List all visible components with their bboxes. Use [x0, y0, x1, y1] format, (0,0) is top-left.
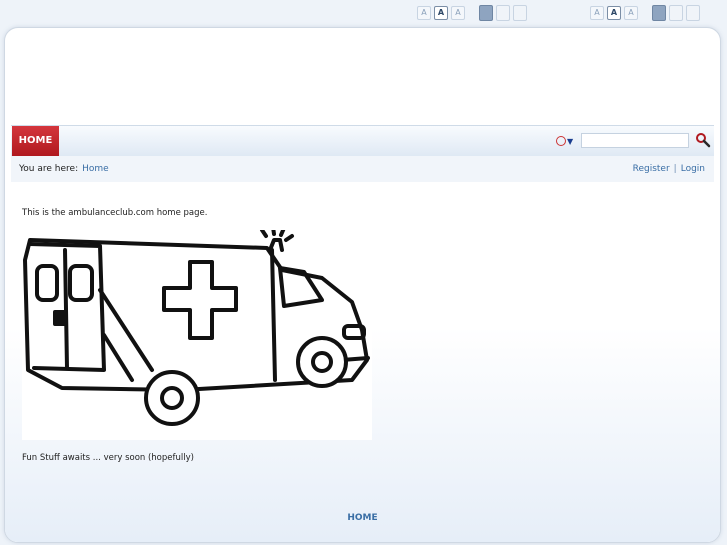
main-nav-bar: HOME ▼	[11, 125, 714, 157]
nav-tab-home[interactable]: HOME	[12, 126, 59, 156]
login-link[interactable]: Login	[681, 164, 705, 174]
font-size-large-button[interactable]: A	[451, 6, 465, 20]
width-narrow-button[interactable]	[479, 5, 493, 21]
flag-icon	[556, 136, 566, 146]
font-size-large-button[interactable]: A	[624, 6, 638, 20]
font-tools-left: A A A	[417, 5, 527, 21]
intro-text: This is the ambulanceclub.com home page.	[22, 208, 208, 218]
font-tools-right: A A A	[590, 5, 700, 21]
font-size-small-button[interactable]: A	[417, 6, 431, 20]
user-links-separator: |	[673, 164, 677, 174]
page-frame: HOME ▼ You are here: Home Register | Login …	[4, 27, 721, 543]
width-wide-button[interactable]	[686, 5, 700, 21]
register-link[interactable]: Register	[633, 164, 670, 174]
header-area	[5, 28, 720, 125]
chevron-down-icon: ▼	[567, 136, 574, 146]
language-selector[interactable]: ▼	[556, 134, 576, 148]
ambulance-drawing	[23, 225, 370, 426]
breadcrumb-label: You are here:	[19, 164, 79, 174]
width-narrow-button[interactable]	[652, 5, 666, 21]
width-wide-button[interactable]	[513, 5, 527, 21]
ambulance-image	[22, 225, 372, 440]
font-size-medium-button[interactable]: A	[434, 6, 448, 20]
font-size-medium-button[interactable]: A	[607, 6, 621, 20]
footer-home-link[interactable]: HOME	[5, 513, 720, 523]
width-medium-button[interactable]	[669, 5, 683, 21]
breadcrumb: You are here: Home	[19, 156, 109, 182]
breadcrumb-home-link[interactable]: Home	[82, 164, 109, 174]
footnote-text: Fun Stuff awaits ... very soon (hopefull…	[22, 453, 194, 463]
font-size-small-button[interactable]: A	[590, 6, 604, 20]
search-input[interactable]	[581, 133, 689, 148]
user-links: Register | Login	[633, 156, 705, 182]
breadcrumb-bar: You are here: Home Register | Login	[11, 156, 714, 182]
search-icon[interactable]	[695, 132, 711, 148]
width-medium-button[interactable]	[496, 5, 510, 21]
